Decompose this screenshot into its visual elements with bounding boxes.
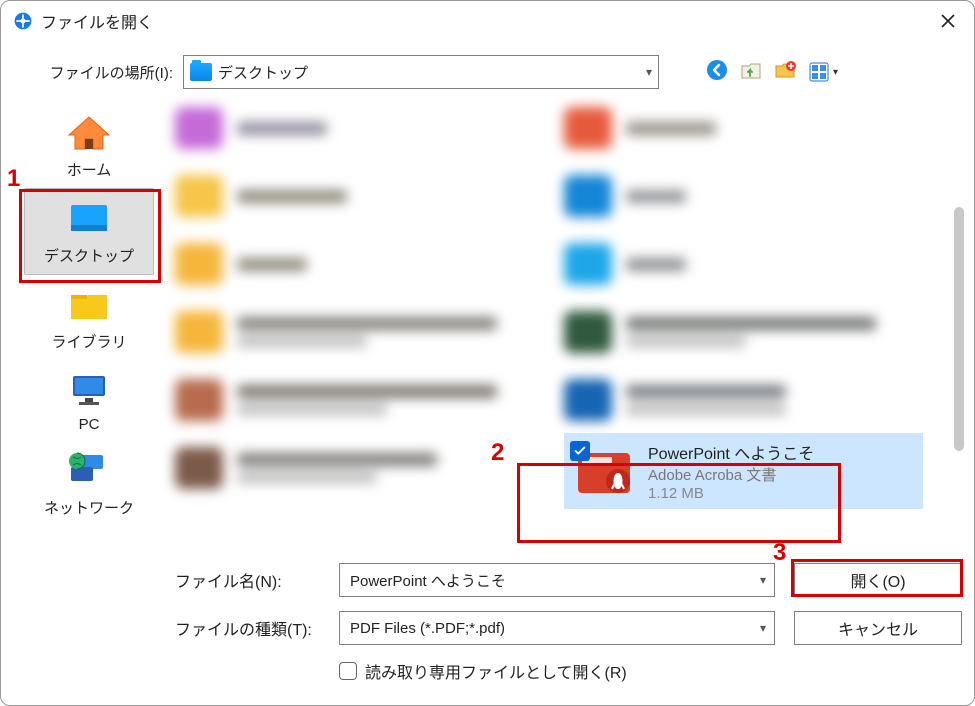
folder-icon	[190, 63, 212, 81]
libraries-icon	[65, 285, 113, 325]
annotation-3-label: 3	[773, 539, 786, 567]
filetype-combo[interactable]: PDF Files (*.PDF;*.pdf) ▾	[339, 611, 775, 645]
sidebar-item-label: ライブラリ	[51, 331, 126, 352]
sidebar-item-label: デスクトップ	[44, 245, 134, 266]
pc-icon	[65, 370, 113, 410]
scrollbar[interactable]	[954, 207, 964, 451]
file-size: 1.12 MB	[648, 485, 814, 502]
readonly-label: 読み取り専用ファイルとして開く(R)	[365, 659, 627, 683]
file-thumb	[175, 447, 223, 489]
file-item-blurred[interactable]	[564, 97, 923, 159]
sidebar-item-label: PC	[79, 416, 100, 433]
open-button[interactable]: 開く(O)	[794, 563, 962, 597]
file-thumb	[564, 379, 612, 421]
sidebar-item-network[interactable]: ネットワーク	[24, 441, 154, 526]
file-thumb	[572, 443, 636, 499]
up-one-level-icon[interactable]	[739, 58, 763, 86]
desktop-icon	[65, 199, 113, 239]
annotation-1-label: 1	[7, 165, 20, 193]
file-thumb	[175, 175, 223, 217]
places-sidebar: ホーム デスクトップ ライブラリ PC	[13, 97, 165, 543]
file-item-selected[interactable]: PowerPoint へようこそ Adobe Acroba 文書 1.12 MB	[564, 433, 923, 509]
file-thumb	[175, 243, 223, 285]
filetype-label: ファイルの種類(T):	[175, 616, 325, 640]
app-icon	[13, 11, 33, 31]
chevron-down-icon: ▾	[760, 573, 766, 587]
file-type: Adobe Acroba 文書	[648, 464, 814, 485]
file-item-blurred[interactable]	[564, 233, 923, 295]
location-select[interactable]: デスクトップ ▾	[183, 55, 659, 89]
sidebar-item-label: ネットワーク	[44, 497, 134, 518]
open-file-dialog: ファイルを開く ファイルの場所(I): デスクトップ ▾ ▾	[0, 0, 975, 706]
selected-check-icon	[570, 441, 590, 461]
sidebar-item-pc[interactable]: PC	[24, 360, 154, 441]
filename-value: PowerPoint へようこそ	[350, 570, 506, 591]
view-menu-icon[interactable]: ▾	[807, 60, 838, 84]
file-thumb	[564, 311, 612, 353]
filetype-value: PDF Files (*.PDF;*.pdf)	[350, 620, 505, 637]
sidebar-item-home[interactable]: ホーム	[24, 103, 154, 188]
location-row: ファイルの場所(I): デスクトップ ▾ ▾	[1, 41, 974, 99]
file-item-blurred[interactable]	[564, 369, 923, 431]
readonly-checkbox[interactable]	[339, 662, 357, 680]
filename-label: ファイル名(N):	[175, 568, 325, 592]
back-icon[interactable]	[705, 58, 729, 86]
file-thumb	[175, 107, 223, 149]
file-thumb	[175, 379, 223, 421]
file-list[interactable]: PowerPoint へようこそ Adobe Acroba 文書 1.12 MB	[175, 97, 933, 541]
file-thumb	[175, 311, 223, 353]
file-thumb	[564, 243, 612, 285]
file-item-blurred[interactable]	[175, 97, 534, 159]
new-folder-icon[interactable]	[773, 58, 797, 86]
annotation-2-label: 2	[491, 439, 504, 467]
location-label: ファイルの場所(I):	[41, 62, 173, 83]
toolbar-icons: ▾	[705, 58, 838, 86]
file-item-blurred[interactable]	[175, 369, 534, 431]
file-item-blurred[interactable]	[175, 437, 534, 499]
file-item-blurred[interactable]	[175, 165, 534, 227]
home-icon	[65, 113, 113, 153]
sidebar-item-desktop[interactable]: デスクトップ	[24, 188, 154, 275]
chevron-down-icon: ▾	[646, 65, 652, 79]
file-item-blurred[interactable]	[564, 301, 923, 363]
network-icon	[65, 451, 113, 491]
footer: ファイル名(N): PowerPoint へようこそ ▾ 開く(O) ファイルの…	[175, 549, 962, 705]
chevron-down-icon: ▾	[760, 621, 766, 635]
file-thumb	[564, 175, 612, 217]
file-item-blurred[interactable]	[564, 165, 923, 227]
file-item-blurred[interactable]	[175, 301, 534, 363]
location-current: デスクトップ	[218, 62, 308, 83]
file-name: PowerPoint へようこそ	[648, 440, 814, 464]
close-icon[interactable]	[934, 7, 962, 35]
sidebar-item-libraries[interactable]: ライブラリ	[24, 275, 154, 360]
filename-combo[interactable]: PowerPoint へようこそ ▾	[339, 563, 775, 597]
file-item-blurred[interactable]	[175, 233, 534, 295]
titlebar: ファイルを開く	[1, 1, 974, 41]
sidebar-item-label: ホーム	[67, 159, 112, 180]
cancel-button[interactable]: キャンセル	[794, 611, 962, 645]
file-thumb	[564, 107, 612, 149]
window-title: ファイルを開く	[41, 9, 934, 33]
